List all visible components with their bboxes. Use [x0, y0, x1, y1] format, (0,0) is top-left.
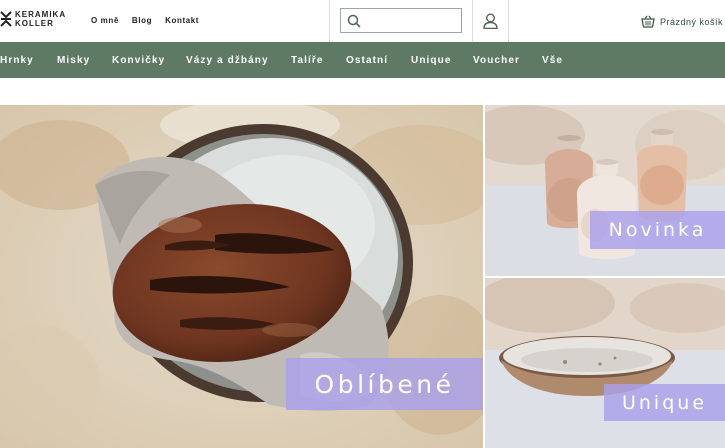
- top-link-about[interactable]: O mně: [91, 16, 119, 25]
- new-badge[interactable]: Novinka: [590, 211, 725, 249]
- basket-icon: [641, 15, 655, 28]
- nav-item-unique[interactable]: Unique: [411, 55, 452, 66]
- hero-unique-panel[interactable]: [485, 278, 725, 448]
- search-input[interactable]: [365, 13, 457, 28]
- cart-label: Prázdný košík: [660, 16, 724, 27]
- bowl-image: [485, 278, 725, 448]
- category-nav: Hrnky Misky Konvičky Vázy a džbány Talíř…: [0, 42, 725, 78]
- nav-item-misky[interactable]: Misky: [57, 55, 90, 66]
- site-header: KERAMIKA KOLLER O mně Blog Kontakt Prázd…: [0, 0, 725, 42]
- top-link-blog[interactable]: Blog: [132, 16, 152, 25]
- nav-item-hrnky[interactable]: Hrnky: [0, 55, 34, 66]
- nav-item-voucher[interactable]: Voucher: [473, 55, 520, 66]
- hero-new-panel[interactable]: [485, 105, 725, 276]
- nav-item-konvicky[interactable]: Konvičky: [112, 55, 165, 66]
- nav-item-vazy[interactable]: Vázy a džbány: [186, 55, 269, 66]
- nav-item-talire[interactable]: Talíře: [291, 55, 324, 66]
- logo-mark-icon: [0, 11, 12, 27]
- header-divider: [329, 0, 330, 42]
- search-field[interactable]: [340, 8, 462, 33]
- header-divider: [508, 0, 509, 42]
- top-link-contact[interactable]: Kontakt: [165, 16, 199, 25]
- top-links: O mně Blog Kontakt: [91, 16, 212, 25]
- brand-name: KERAMIKA KOLLER: [15, 10, 66, 28]
- search-icon[interactable]: [347, 14, 361, 28]
- nav-item-ostatni[interactable]: Ostatní: [346, 55, 388, 66]
- header-divider: [472, 0, 473, 42]
- brand-line-1: KERAMIKA: [15, 10, 67, 19]
- cart-button[interactable]: Prázdný košík: [641, 15, 723, 28]
- favorites-badge[interactable]: Oblíbené: [286, 358, 483, 410]
- brand-line-2: KOLLER: [15, 19, 54, 28]
- nav-item-vse[interactable]: Vše: [542, 55, 563, 66]
- user-icon[interactable]: [483, 13, 498, 29]
- unique-badge[interactable]: Unique: [604, 384, 725, 421]
- brand-logo[interactable]: KERAMIKA KOLLER: [0, 10, 66, 28]
- vases-image: [485, 105, 725, 276]
